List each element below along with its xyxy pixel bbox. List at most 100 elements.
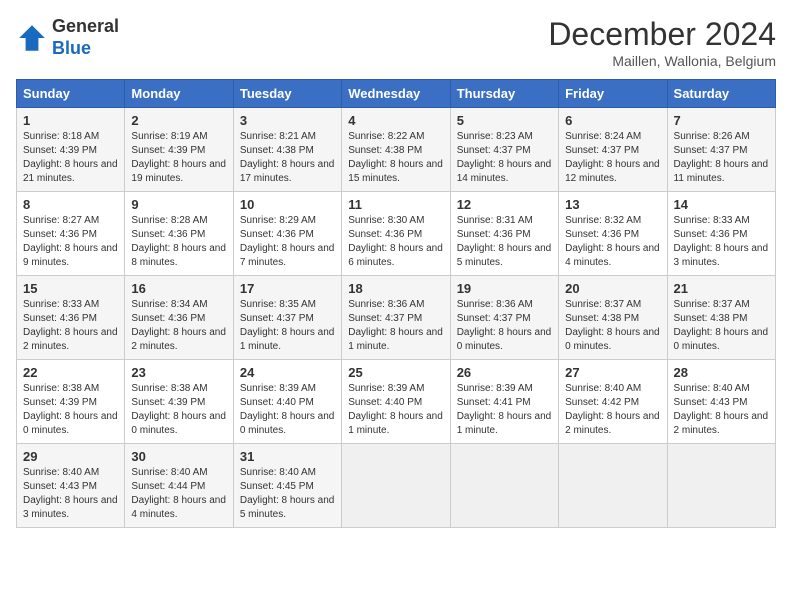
day-number: 16 xyxy=(131,281,226,296)
day-number: 2 xyxy=(131,113,226,128)
day-number: 17 xyxy=(240,281,335,296)
col-wednesday: Wednesday xyxy=(342,80,450,108)
day-number: 28 xyxy=(674,365,769,380)
calendar-cell xyxy=(667,444,775,528)
day-number: 26 xyxy=(457,365,552,380)
day-number: 10 xyxy=(240,197,335,212)
cell-content: Sunrise: 8:24 AMSunset: 4:37 PMDaylight:… xyxy=(565,130,660,186)
calendar-table: Sunday Monday Tuesday Wednesday Thursday… xyxy=(16,79,776,528)
calendar-cell: 15Sunrise: 8:33 AMSunset: 4:36 PMDayligh… xyxy=(17,276,125,360)
day-number: 5 xyxy=(457,113,552,128)
cell-content: Sunrise: 8:27 AMSunset: 4:36 PMDaylight:… xyxy=(23,214,118,270)
cell-content: Sunrise: 8:39 AMSunset: 4:41 PMDaylight:… xyxy=(457,382,552,438)
calendar-cell: 13Sunrise: 8:32 AMSunset: 4:36 PMDayligh… xyxy=(559,192,667,276)
calendar-cell: 30Sunrise: 8:40 AMSunset: 4:44 PMDayligh… xyxy=(125,444,233,528)
day-number: 4 xyxy=(348,113,443,128)
cell-content: Sunrise: 8:23 AMSunset: 4:37 PMDaylight:… xyxy=(457,130,552,186)
calendar-week-row: 22 Sunrise: 8:38 AMSunset: 4:39 PMDayligh… xyxy=(17,360,776,444)
day-number: 9 xyxy=(131,197,226,212)
calendar-cell: 5 Sunrise: 8:23 AMSunset: 4:37 PMDaylight… xyxy=(450,108,558,192)
calendar-header-row: Sunday Monday Tuesday Wednesday Thursday… xyxy=(17,80,776,108)
cell-content: Sunrise: 8:40 AMSunset: 4:42 PMDaylight:… xyxy=(565,382,660,438)
cell-content: Sunrise: 8:40 AMSunset: 4:43 PMDaylight:… xyxy=(23,466,118,522)
day-number: 24 xyxy=(240,365,335,380)
calendar-cell: 6 Sunrise: 8:24 AMSunset: 4:37 PMDaylight… xyxy=(559,108,667,192)
day-number: 6 xyxy=(565,113,660,128)
day-number: 21 xyxy=(674,281,769,296)
day-number: 20 xyxy=(565,281,660,296)
calendar-cell: 31 Sunrise: 8:40 AMSunset: 4:45 PMDayligh… xyxy=(233,444,341,528)
col-sunday: Sunday xyxy=(17,80,125,108)
cell-content: Sunrise: 8:30 AMSunset: 4:36 PMDaylight:… xyxy=(348,214,443,270)
cell-content: Sunrise: 8:28 AMSunset: 4:36 PMDaylight:… xyxy=(131,214,226,270)
calendar-cell: 21 Sunrise: 8:37 AMSunset: 4:38 PMDayligh… xyxy=(667,276,775,360)
day-number: 12 xyxy=(457,197,552,212)
day-number: 3 xyxy=(240,113,335,128)
calendar-cell xyxy=(450,444,558,528)
day-number: 18 xyxy=(348,281,443,296)
logo-text: General Blue xyxy=(52,16,119,59)
calendar-cell: 11 Sunrise: 8:30 AMSunset: 4:36 PMDayligh… xyxy=(342,192,450,276)
calendar-cell: 16 Sunrise: 8:34 AMSunset: 4:36 PMDayligh… xyxy=(125,276,233,360)
day-number: 11 xyxy=(348,197,443,212)
calendar-cell: 8 Sunrise: 8:27 AMSunset: 4:36 PMDaylight… xyxy=(17,192,125,276)
calendar-cell: 12 Sunrise: 8:31 AMSunset: 4:36 PMDayligh… xyxy=(450,192,558,276)
col-tuesday: Tuesday xyxy=(233,80,341,108)
calendar-cell xyxy=(342,444,450,528)
calendar-cell: 28 Sunrise: 8:40 AMSunset: 4:43 PMDayligh… xyxy=(667,360,775,444)
col-saturday: Saturday xyxy=(667,80,775,108)
calendar-cell: 22Sunrise: 8:38 AMSunset: 4:39 PMDayligh… xyxy=(17,360,125,444)
cell-content: Sunrise: 8:37 AMSunset: 4:38 PMDaylight:… xyxy=(565,298,660,354)
cell-content: Sunrise: 8:36 AMSunset: 4:37 PMDaylight:… xyxy=(348,298,443,354)
calendar-week-row: 29 Sunrise: 8:40 AMSunset: 4:43 PMDayligh… xyxy=(17,444,776,528)
cell-content: Sunrise: 8:38 AMSunset: 4:39 PMDaylight:… xyxy=(131,382,226,438)
logo-general: General xyxy=(52,16,119,36)
day-number: 7 xyxy=(674,113,769,128)
day-number: 8 xyxy=(23,197,118,212)
day-number: 23 xyxy=(131,365,226,380)
calendar-cell: 24 Sunrise: 8:39 AMSunset: 4:40 PMDayligh… xyxy=(233,360,341,444)
day-number: 22 xyxy=(23,365,118,380)
logo: General Blue xyxy=(16,16,119,59)
col-monday: Monday xyxy=(125,80,233,108)
calendar-cell: 17Sunrise: 8:35 AMSunset: 4:37 PMDayligh… xyxy=(233,276,341,360)
calendar-cell: 25 Sunrise: 8:39 AMSunset: 4:40 PMDayligh… xyxy=(342,360,450,444)
cell-content: Sunrise: 8:22 AMSunset: 4:38 PMDaylight:… xyxy=(348,130,443,186)
calendar-cell: 7 Sunrise: 8:26 AMSunset: 4:37 PMDaylight… xyxy=(667,108,775,192)
calendar-cell: 20 Sunrise: 8:37 AMSunset: 4:38 PMDayligh… xyxy=(559,276,667,360)
calendar-cell: 19Sunrise: 8:36 AMSunset: 4:37 PMDayligh… xyxy=(450,276,558,360)
cell-content: Sunrise: 8:31 AMSunset: 4:36 PMDaylight:… xyxy=(457,214,552,270)
day-number: 31 xyxy=(240,449,335,464)
cell-content: Sunrise: 8:40 AMSunset: 4:45 PMDaylight:… xyxy=(240,466,335,522)
cell-content: Sunrise: 8:39 AMSunset: 4:40 PMDaylight:… xyxy=(240,382,335,438)
calendar-cell: 3 Sunrise: 8:21 AMSunset: 4:38 PMDaylight… xyxy=(233,108,341,192)
day-number: 14 xyxy=(674,197,769,212)
calendar-cell: 10Sunrise: 8:29 AMSunset: 4:36 PMDayligh… xyxy=(233,192,341,276)
cell-content: Sunrise: 8:36 AMSunset: 4:37 PMDaylight:… xyxy=(457,298,552,354)
month-title: December 2024 xyxy=(548,16,776,53)
calendar-cell: 18 Sunrise: 8:36 AMSunset: 4:37 PMDayligh… xyxy=(342,276,450,360)
cell-content: Sunrise: 8:21 AMSunset: 4:38 PMDaylight:… xyxy=(240,130,335,186)
cell-content: Sunrise: 8:18 AMSunset: 4:39 PMDaylight:… xyxy=(23,130,118,186)
cell-content: Sunrise: 8:26 AMSunset: 4:37 PMDaylight:… xyxy=(674,130,769,186)
calendar-cell: 9 Sunrise: 8:28 AMSunset: 4:36 PMDaylight… xyxy=(125,192,233,276)
cell-content: Sunrise: 8:40 AMSunset: 4:43 PMDaylight:… xyxy=(674,382,769,438)
day-number: 15 xyxy=(23,281,118,296)
calendar-cell: 29 Sunrise: 8:40 AMSunset: 4:43 PMDayligh… xyxy=(17,444,125,528)
day-number: 25 xyxy=(348,365,443,380)
calendar-cell: 4 Sunrise: 8:22 AMSunset: 4:38 PMDaylight… xyxy=(342,108,450,192)
calendar-week-row: 8 Sunrise: 8:27 AMSunset: 4:36 PMDaylight… xyxy=(17,192,776,276)
logo-blue: Blue xyxy=(52,38,91,58)
day-number: 27 xyxy=(565,365,660,380)
day-number: 29 xyxy=(23,449,118,464)
calendar-cell: 23 Sunrise: 8:38 AMSunset: 4:39 PMDayligh… xyxy=(125,360,233,444)
calendar-week-row: 1 Sunrise: 8:18 AMSunset: 4:39 PMDaylight… xyxy=(17,108,776,192)
location-subtitle: Maillen, Wallonia, Belgium xyxy=(548,53,776,69)
calendar-cell: 14Sunrise: 8:33 AMSunset: 4:36 PMDayligh… xyxy=(667,192,775,276)
cell-content: Sunrise: 8:39 AMSunset: 4:40 PMDaylight:… xyxy=(348,382,443,438)
cell-content: Sunrise: 8:34 AMSunset: 4:36 PMDaylight:… xyxy=(131,298,226,354)
calendar-cell: 26 Sunrise: 8:39 AMSunset: 4:41 PMDayligh… xyxy=(450,360,558,444)
day-number: 1 xyxy=(23,113,118,128)
col-friday: Friday xyxy=(559,80,667,108)
cell-content: Sunrise: 8:37 AMSunset: 4:38 PMDaylight:… xyxy=(674,298,769,354)
